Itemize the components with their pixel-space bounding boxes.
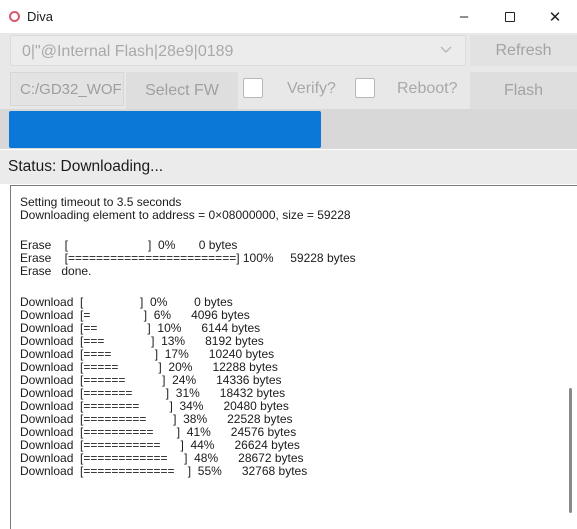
close-button[interactable]: ✕ [532, 0, 577, 33]
close-icon: ✕ [548, 8, 562, 26]
firmware-path-value: C:/GD32_WOF [20, 81, 122, 98]
device-dropdown-value: 0|"@Internal Flash|28e9|0189 [22, 43, 234, 60]
title-bar: Diva – ✕ [0, 0, 577, 33]
log-output[interactable]: Setting timeout to 3.5 seconds Downloadin… [10, 185, 577, 529]
minimize-button[interactable]: – [441, 0, 487, 33]
flash-button[interactable]: Flash [470, 72, 577, 109]
maximize-button[interactable] [487, 0, 533, 33]
progress-fill [9, 111, 321, 148]
log-line: Erase done. [20, 264, 92, 278]
refresh-button[interactable]: Refresh [470, 35, 577, 66]
chevron-down-icon [440, 46, 452, 53]
log-line: Download [============= ] 55% 32768 byte… [20, 464, 308, 478]
verify-checkbox[interactable] [243, 78, 263, 98]
status-bar: Status: Downloading... [0, 150, 577, 184]
window-title: Diva [27, 9, 54, 24]
app-icon [9, 11, 20, 22]
reboot-checkbox[interactable] [355, 78, 375, 98]
log-line: Downloading element to address = 0×08000… [20, 208, 351, 222]
log-scrollbar[interactable] [569, 388, 572, 513]
maximize-icon [505, 11, 515, 22]
reboot-label: Reboot? [397, 80, 458, 97]
status-text: Status: Downloading... [8, 158, 164, 175]
minimize-icon: – [459, 8, 469, 25]
device-dropdown[interactable]: 0|"@Internal Flash|28e9|0189 [10, 35, 466, 66]
select-fw-button[interactable]: Select FW [126, 72, 238, 109]
firmware-path-field[interactable]: C:/GD32_WOF [10, 72, 124, 106]
verify-label: Verify? [287, 80, 336, 97]
